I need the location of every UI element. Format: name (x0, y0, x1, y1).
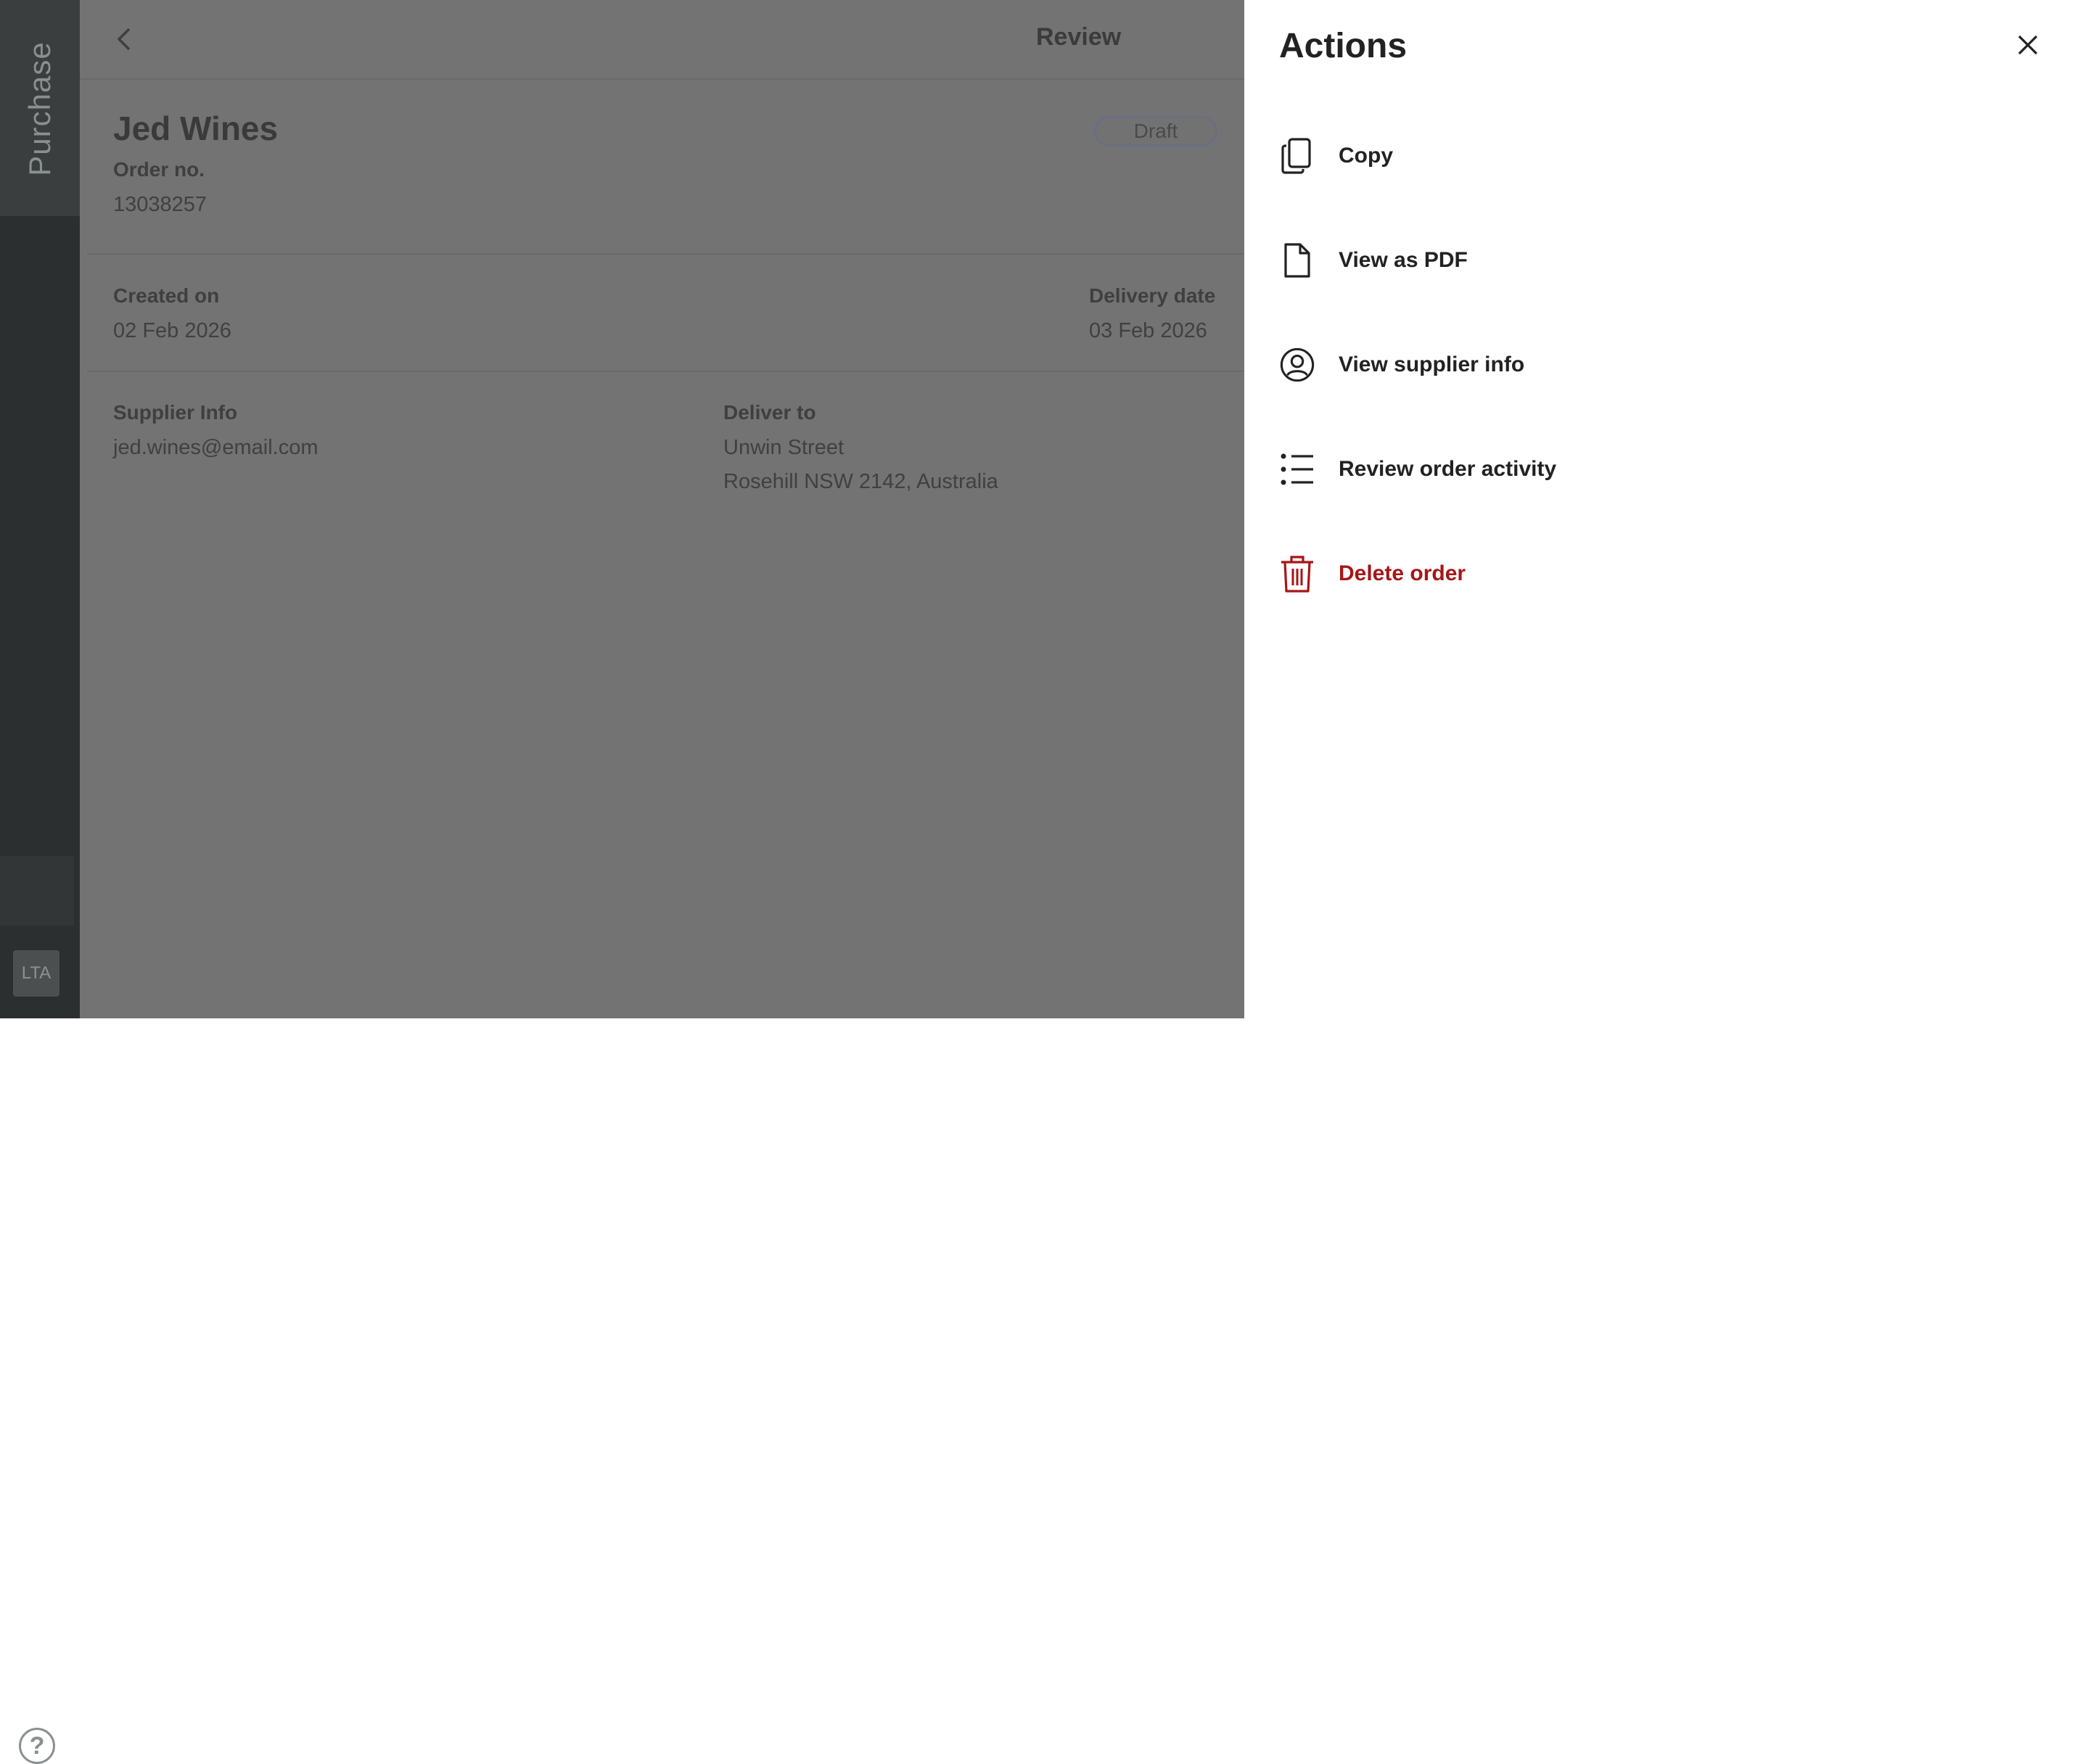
file-icon (1279, 240, 1315, 281)
action-label: Review order activity (1339, 457, 1557, 481)
left-rail: Purchase ? LTA (0, 0, 80, 1764)
view-pdf-action[interactable]: View as PDF (1279, 231, 1787, 289)
order-no-value: 13038257 (113, 193, 208, 216)
status-badge: Draft (1094, 116, 1217, 147)
trash-icon (1279, 553, 1315, 594)
created-on-label: Created on (113, 284, 220, 307)
supplier-info-field: Supplier Info jed.wines@email.com (113, 401, 318, 460)
list-icon (1279, 449, 1315, 490)
view-supplier-info-action[interactable]: View supplier info (1279, 336, 1787, 394)
page-title: Review (1036, 23, 1122, 51)
close-icon[interactable] (2013, 30, 2042, 59)
delivery-date-field: Delivery date 03 Feb 2026 (1089, 284, 1215, 343)
copy-action[interactable]: Copy (1279, 127, 1787, 185)
deliver-to-label: Deliver to (723, 401, 816, 424)
action-label: Delete order (1339, 561, 1466, 585)
chevron-left-icon[interactable] (110, 25, 139, 54)
divider (87, 371, 1244, 372)
divider (87, 253, 1244, 255)
action-label: Copy (1339, 144, 1393, 168)
delivery-date-label: Delivery date (1089, 284, 1216, 307)
actions-drawer: Actions Copy View as PDF View supplier i… (1244, 0, 2075, 1018)
help-button[interactable]: ? (0, 856, 74, 1764)
deliver-to-line1: Unwin Street (723, 436, 845, 459)
help-icon: ? (19, 1728, 55, 1764)
created-on-field: Created on 02 Feb 2026 (113, 284, 231, 343)
order-summary: Jed Wines Order no. 13038257 (113, 109, 278, 217)
deliver-to-line2: Rosehill NSW 2142, Australia (723, 470, 998, 493)
main-page: Review Jed Wines Order no. 13038257 Draf… (80, 0, 1244, 1018)
created-on-value: 02 Feb 2026 (113, 319, 231, 342)
supplier-info-label: Supplier Info (113, 401, 238, 424)
copy-icon (1279, 136, 1315, 176)
avatar[interactable]: LTA (13, 950, 59, 997)
delete-order-action[interactable]: Delete order (1279, 545, 1787, 603)
order-no-label: Order no. (113, 158, 205, 181)
review-activity-action[interactable]: Review order activity (1279, 440, 1787, 498)
top-bar: Review (80, 0, 1244, 80)
action-label: View supplier info (1339, 353, 1525, 376)
delivery-date-value: 03 Feb 2026 (1089, 319, 1207, 342)
action-label: View as PDF (1339, 248, 1468, 272)
drawer-title: Actions (1279, 27, 1408, 65)
app-title: Purchase (22, 41, 57, 176)
user-circle-icon (1279, 345, 1315, 385)
rail-app-tab[interactable]: Purchase (0, 0, 80, 216)
supplier-name: Jed Wines (113, 110, 279, 147)
deliver-to-field: Deliver to Unwin Street Rosehill NSW 214… (723, 401, 998, 494)
supplier-email: jed.wines@email.com (113, 436, 319, 459)
